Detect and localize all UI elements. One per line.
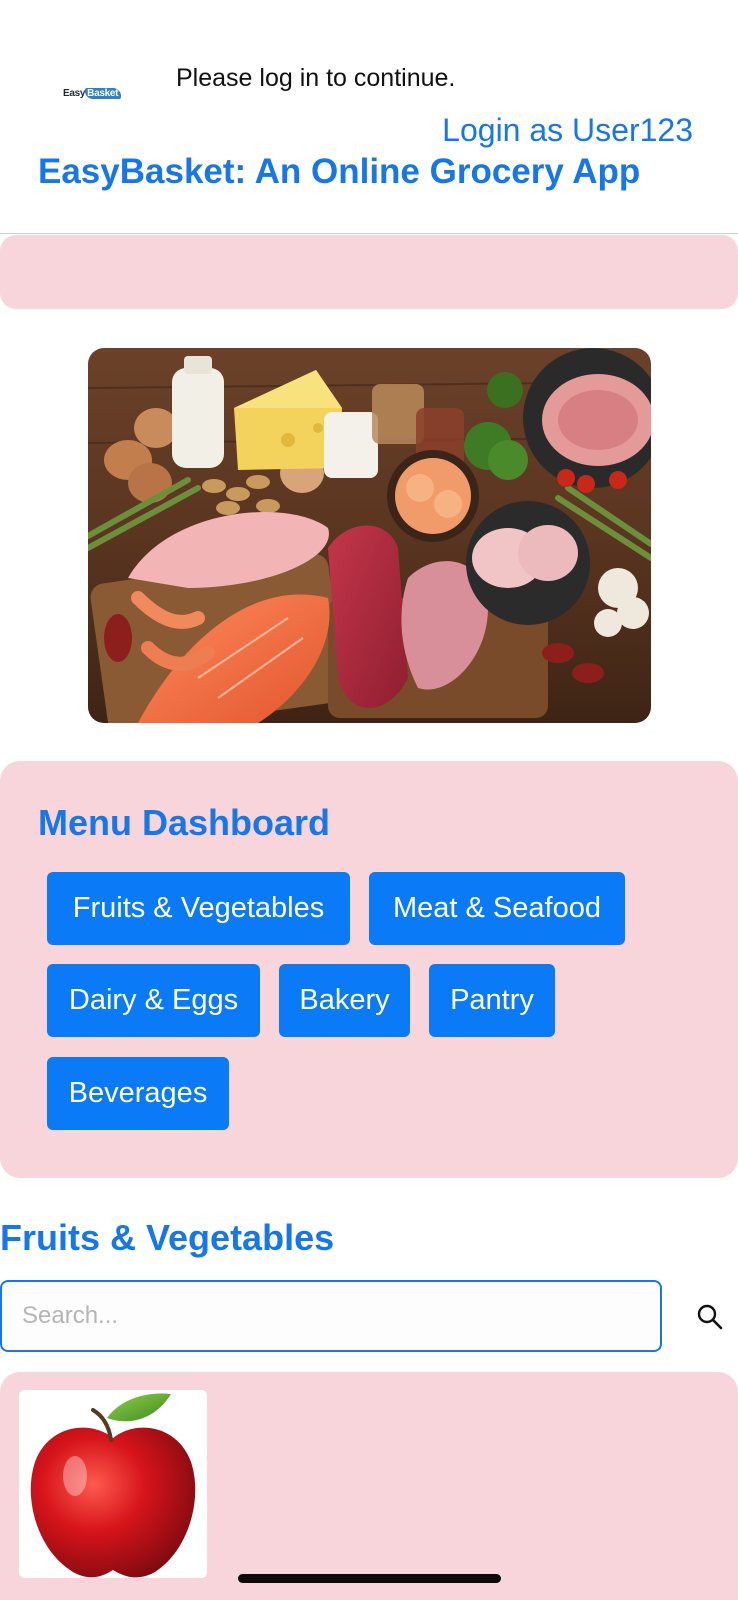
category-button-meat-seafood[interactable]: Meat & Seafood [369, 872, 625, 945]
login-link[interactable]: Login as User123 [442, 112, 693, 149]
app-header: Easy Basket Please log in to continue. Lo… [0, 0, 738, 234]
product-list-panel [0, 1372, 738, 1600]
product-card-apple[interactable] [19, 1390, 207, 1578]
home-indicator[interactable] [238, 1574, 501, 1583]
logo-text-basket: Basket [85, 88, 122, 99]
login-prompt: Please log in to continue. [176, 64, 456, 92]
category-button-fruits-vegetables[interactable]: Fruits & Vegetables [47, 872, 350, 945]
menu-dashboard-title: Menu Dashboard [38, 802, 331, 843]
top-banner [0, 235, 738, 309]
menu-dashboard-panel: Menu Dashboard Fruits & Vegetables Meat … [0, 761, 738, 1178]
category-button-dairy-eggs[interactable]: Dairy & Eggs [47, 964, 260, 1037]
category-button-pantry[interactable]: Pantry [429, 964, 555, 1037]
search-icon[interactable] [696, 1303, 724, 1331]
section-title: Fruits & Vegetables [0, 1217, 335, 1258]
logo-text-easy: Easy [63, 88, 86, 99]
search-input[interactable] [0, 1280, 662, 1352]
apple-image [19, 1390, 207, 1578]
app-title: EasyBasket: An Online Grocery App [38, 152, 641, 191]
category-button-beverages[interactable]: Beverages [47, 1057, 229, 1130]
hero-grocery-image [88, 348, 651, 723]
easybasket-logo: Easy Basket [63, 86, 129, 102]
category-button-bakery[interactable]: Bakery [279, 964, 410, 1037]
